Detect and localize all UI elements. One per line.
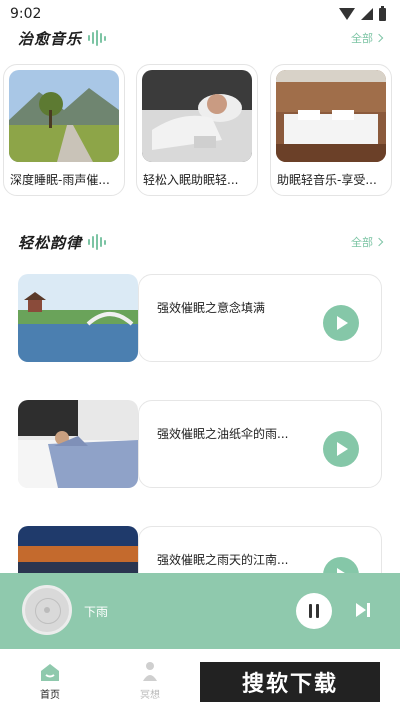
relax-rhythm-header: 轻松韵律 全部 (18, 230, 384, 254)
mini-player[interactable]: 下雨 (0, 573, 400, 649)
list-item-title: 强效催眠之油纸伞的雨... (157, 427, 289, 441)
pause-bar-icon (316, 604, 319, 618)
next-track-icon[interactable] (354, 601, 372, 619)
see-all-label: 全部 (351, 32, 373, 45)
relax-see-all-link[interactable]: 全部 (351, 234, 384, 250)
list-thumbnail-sleeping-woman (18, 400, 138, 488)
list-item-body: 强效催眠之油纸伞的雨... (138, 400, 382, 488)
home-icon (39, 661, 61, 683)
relax-title-wrap: 轻松韵律 (18, 232, 107, 253)
healing-cards-row: 深度睡眠-雨声催... 轻松入眠助眠轻... 助眠轻音乐-享受... (3, 64, 400, 196)
healing-see-all-link[interactable]: 全部 (351, 30, 384, 46)
card-label: 深度睡眠-雨声催... (10, 173, 110, 187)
list-item-title: 强效催眠之意念填满 (157, 301, 266, 315)
card-thumbnail-road (9, 70, 119, 162)
meditation-icon (139, 661, 161, 683)
sound-wave-icon (88, 233, 107, 251)
status-icons (339, 5, 386, 21)
healing-music-header: 治愈音乐 全部 (18, 26, 384, 50)
card-thumbnail-bedroom (276, 70, 386, 162)
music-card[interactable]: 深度睡眠-雨声催... (3, 64, 125, 196)
music-card[interactable]: 助眠轻音乐-享受... (270, 64, 392, 196)
nav-item-meditation[interactable]: 冥想 (130, 661, 170, 701)
player-track-title: 下雨 (84, 605, 109, 619)
list-item[interactable]: 强效催眠之意念填满 (18, 274, 382, 362)
see-all-label: 全部 (351, 236, 373, 249)
signal-icon (361, 8, 373, 20)
pause-bar-icon (309, 604, 312, 618)
card-label: 助眠轻音乐-享受... (277, 173, 377, 187)
sound-wave-icon (88, 29, 107, 47)
wifi-icon (339, 8, 355, 20)
list-item[interactable]: 强效催眠之油纸伞的雨... (18, 400, 382, 488)
healing-title-wrap: 治愈音乐 (18, 28, 107, 49)
album-disc-icon (22, 585, 72, 635)
pause-button[interactable] (296, 593, 332, 629)
card-thumbnail-sleeping-man (142, 70, 252, 162)
list-item-body: 强效催眠之意念填满 (138, 274, 382, 362)
healing-music-title: 治愈音乐 (18, 29, 83, 48)
music-card[interactable]: 轻松入眠助眠轻... (136, 64, 258, 196)
play-button[interactable] (323, 431, 359, 467)
card-label: 轻松入眠助眠轻... (143, 173, 239, 187)
nav-label: 冥想 (140, 690, 160, 701)
nav-item-home[interactable]: 首页 (30, 661, 70, 701)
chevron-right-icon (374, 33, 384, 43)
play-button[interactable] (323, 305, 359, 341)
relax-rhythm-title: 轻松韵律 (18, 233, 83, 252)
app-screen: 9:02 治愈音乐 全部 深度睡眠-雨声催... 轻松入眠助眠轻... 助眠轻音… (0, 0, 400, 711)
status-bar: 9:02 (0, 0, 400, 28)
chevron-right-icon (374, 237, 384, 247)
status-time: 9:02 (10, 6, 42, 22)
nav-label: 首页 (40, 690, 60, 701)
list-thumbnail-lake (18, 274, 138, 362)
watermark-banner: 搜软下载 (200, 662, 380, 702)
list-item-title: 强效催眠之雨天的江南... (157, 553, 289, 567)
battery-icon (379, 5, 386, 21)
